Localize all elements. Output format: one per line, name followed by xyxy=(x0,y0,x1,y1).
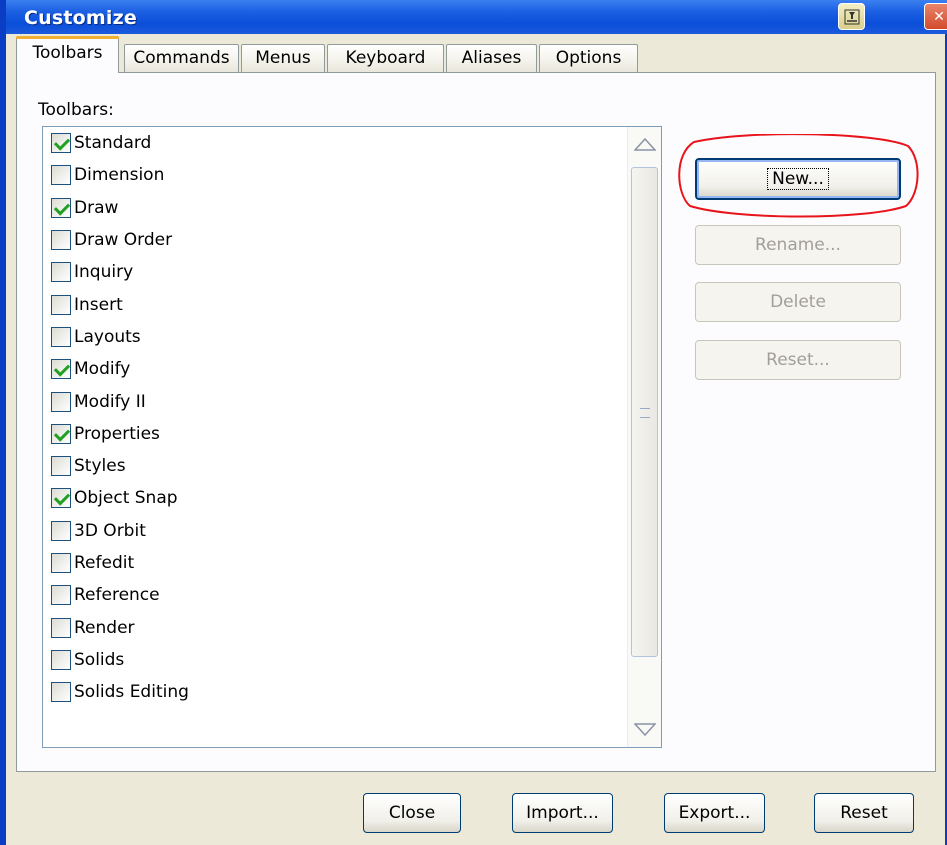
checked-checkbox-icon[interactable] xyxy=(51,423,71,444)
toolbar-item-label: Draw Order xyxy=(74,230,173,251)
toolbar-list-item[interactable]: Draw xyxy=(43,192,627,224)
checked-checkbox-icon[interactable] xyxy=(51,133,71,154)
tab-commands[interactable]: Commands xyxy=(124,44,239,72)
toolbar-list-item[interactable]: Reference xyxy=(43,579,627,611)
toolbars-list-label: Toolbars: xyxy=(38,100,114,120)
toolbar-list-item[interactable]: Properties xyxy=(43,418,627,450)
window-title: Customize xyxy=(24,7,137,29)
checked-checkbox-icon[interactable] xyxy=(51,197,71,218)
close-button-label: Close xyxy=(388,803,436,823)
unchecked-checkbox-icon[interactable] xyxy=(51,585,71,606)
unchecked-checkbox-icon[interactable] xyxy=(51,165,71,186)
tab-menus[interactable]: Menus xyxy=(241,44,325,72)
delete-toolbar-button[interactable]: Delete xyxy=(695,282,901,322)
unchecked-checkbox-icon[interactable] xyxy=(51,294,71,315)
rename-button-label: Rename... xyxy=(755,235,841,255)
toolbar-list-item[interactable]: Solids Editing xyxy=(43,676,627,708)
delete-button-label: Delete xyxy=(770,292,826,312)
reset-button-label: Reset xyxy=(840,803,888,823)
tab-label: Menus xyxy=(255,48,311,68)
toolbar-list-item[interactable]: Solids xyxy=(43,644,627,676)
toolbar-item-label: Insert xyxy=(74,294,123,315)
checked-checkbox-icon[interactable] xyxy=(51,488,71,509)
toolbars-list-items: Standard Dimension Draw Draw Order Inquiry In… xyxy=(43,127,627,708)
unchecked-checkbox-icon[interactable] xyxy=(51,682,71,703)
close-icon[interactable]: ✕ xyxy=(924,3,947,30)
toolbar-item-label: Solids xyxy=(74,649,125,670)
toolbar-list-item[interactable]: Styles xyxy=(43,450,627,482)
toolbar-item-label: Solids Editing xyxy=(74,682,189,703)
toolbar-item-label: Standard xyxy=(74,133,152,154)
toolbar-list-item[interactable]: Insert xyxy=(43,288,627,320)
unchecked-checkbox-icon[interactable] xyxy=(51,230,71,251)
close-button[interactable]: Close xyxy=(363,793,461,833)
title-bar[interactable]: Customize ✕ xyxy=(6,0,947,34)
import-button[interactable]: Import... xyxy=(512,793,613,833)
unchecked-checkbox-icon[interactable] xyxy=(51,456,71,477)
toolbar-list-item[interactable]: Dimension xyxy=(43,159,627,191)
tab-toolbars[interactable]: Toolbars xyxy=(16,36,119,73)
toolbar-list-item[interactable]: Render xyxy=(43,611,627,643)
unchecked-checkbox-icon[interactable] xyxy=(51,391,71,412)
toolbar-list-item[interactable]: Inquiry xyxy=(43,256,627,288)
toolbar-list-item[interactable]: Layouts xyxy=(43,321,627,353)
toolbar-item-label: Object Snap xyxy=(74,488,178,509)
rename-toolbar-button[interactable]: Rename... xyxy=(695,225,901,265)
toolbar-item-label: Render xyxy=(74,617,135,638)
export-button-label: Export... xyxy=(678,803,751,823)
import-button-label: Import... xyxy=(526,803,599,823)
scroll-grip-icon xyxy=(640,408,650,418)
toolbars-listbox[interactable]: Standard Dimension Draw Draw Order Inquiry In… xyxy=(42,126,662,748)
toolbar-item-label: Modify II xyxy=(74,391,146,412)
toolbar-list-item[interactable]: Draw Order xyxy=(43,224,627,256)
unchecked-checkbox-icon[interactable] xyxy=(51,520,71,541)
unchecked-checkbox-icon[interactable] xyxy=(51,262,71,283)
tab-label: Aliases xyxy=(461,48,522,68)
toolbar-item-label: Refedit xyxy=(74,553,135,573)
toolbar-item-label: Draw xyxy=(74,197,119,218)
tab-keyboard[interactable]: Keyboard xyxy=(327,44,444,72)
toolbar-list-item[interactable]: 3D Orbit xyxy=(43,515,627,547)
scroll-up-icon[interactable] xyxy=(630,129,660,159)
tab-label: Options xyxy=(555,48,622,68)
toolbar-item-label: Layouts xyxy=(74,326,141,347)
pin-icon[interactable] xyxy=(838,3,865,30)
toolbar-item-label: Inquiry xyxy=(74,262,134,283)
new-toolbar-button[interactable]: New... xyxy=(695,158,901,200)
toolbar-list-item[interactable]: Refedit xyxy=(43,547,627,579)
reset-side-button-label: Reset... xyxy=(766,350,830,370)
tab-label: Keyboard xyxy=(345,48,426,68)
tab-label: Commands xyxy=(133,48,230,68)
scroll-down-icon[interactable] xyxy=(630,715,660,745)
toolbar-item-label: Dimension xyxy=(74,165,165,186)
toolbar-item-label: Styles xyxy=(74,456,126,477)
tab-label: Toolbars xyxy=(32,43,103,63)
toolbar-list-item[interactable]: Standard xyxy=(43,127,627,159)
scroll-thumb[interactable] xyxy=(631,167,658,657)
unchecked-checkbox-icon[interactable] xyxy=(51,649,71,670)
list-scrollbar[interactable] xyxy=(627,127,661,747)
dialog-footer xyxy=(16,772,936,845)
toolbar-list-item[interactable]: Modify xyxy=(43,353,627,385)
toolbar-item-label: Properties xyxy=(74,423,160,444)
reset-button[interactable]: Reset xyxy=(814,793,914,833)
checked-checkbox-icon[interactable] xyxy=(51,359,71,380)
tab-aliases[interactable]: Aliases xyxy=(446,44,537,72)
toolbar-list-item[interactable]: Object Snap xyxy=(43,482,627,514)
unchecked-checkbox-icon[interactable] xyxy=(51,326,71,347)
toolbar-item-label: Modify xyxy=(74,359,131,380)
toolbar-item-label: 3D Orbit xyxy=(74,520,146,541)
toolbar-list-item[interactable]: Modify II xyxy=(43,385,627,417)
export-button[interactable]: Export... xyxy=(664,793,765,833)
toolbar-item-label: Reference xyxy=(74,585,160,606)
reset-toolbar-button[interactable]: Reset... xyxy=(695,340,901,380)
tab-options[interactable]: Options xyxy=(539,44,638,72)
new-button-label: New... xyxy=(767,168,829,190)
unchecked-checkbox-icon[interactable] xyxy=(51,553,71,573)
unchecked-checkbox-icon[interactable] xyxy=(51,617,71,638)
